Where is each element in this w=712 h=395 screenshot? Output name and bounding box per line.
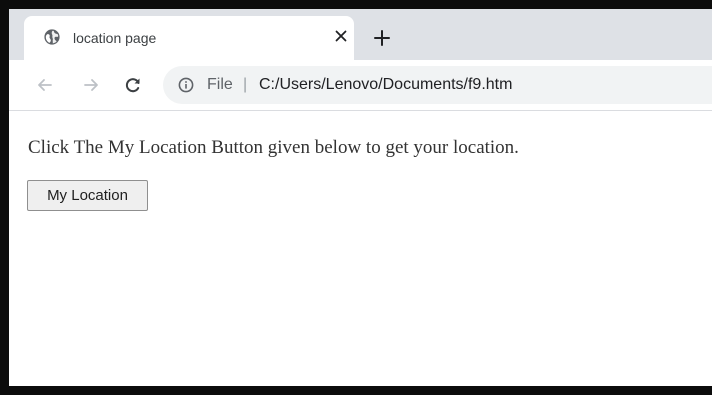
browser-tab[interactable]: location page (24, 16, 354, 60)
reload-icon[interactable] (123, 75, 143, 95)
back-arrow-icon[interactable] (35, 75, 55, 95)
scheme-separator: | (243, 76, 248, 93)
info-icon[interactable] (178, 77, 194, 93)
address-bar[interactable]: File | C:/Users/Lenovo/Documents/f9.htm (163, 66, 712, 104)
instruction-text: Click The My Location Button given below… (28, 137, 519, 158)
new-tab-plus-icon[interactable] (373, 29, 391, 47)
page-content: Click The My Location Button given below… (9, 111, 712, 386)
browser-toolbar: File | C:/Users/Lenovo/Documents/f9.htm (9, 60, 712, 111)
tab-strip: location page (9, 9, 712, 60)
forward-arrow-icon[interactable] (81, 75, 101, 95)
scheme-label: File (207, 76, 233, 93)
globe-icon (44, 29, 60, 45)
my-location-button[interactable]: My Location (27, 180, 148, 211)
url-text[interactable]: C:/Users/Lenovo/Documents/f9.htm (259, 75, 512, 95)
tab-title: location page (73, 30, 157, 46)
screenshot-frame: location page File | C:/Users/Lenovo/Doc… (0, 0, 712, 395)
close-icon[interactable] (334, 29, 348, 43)
